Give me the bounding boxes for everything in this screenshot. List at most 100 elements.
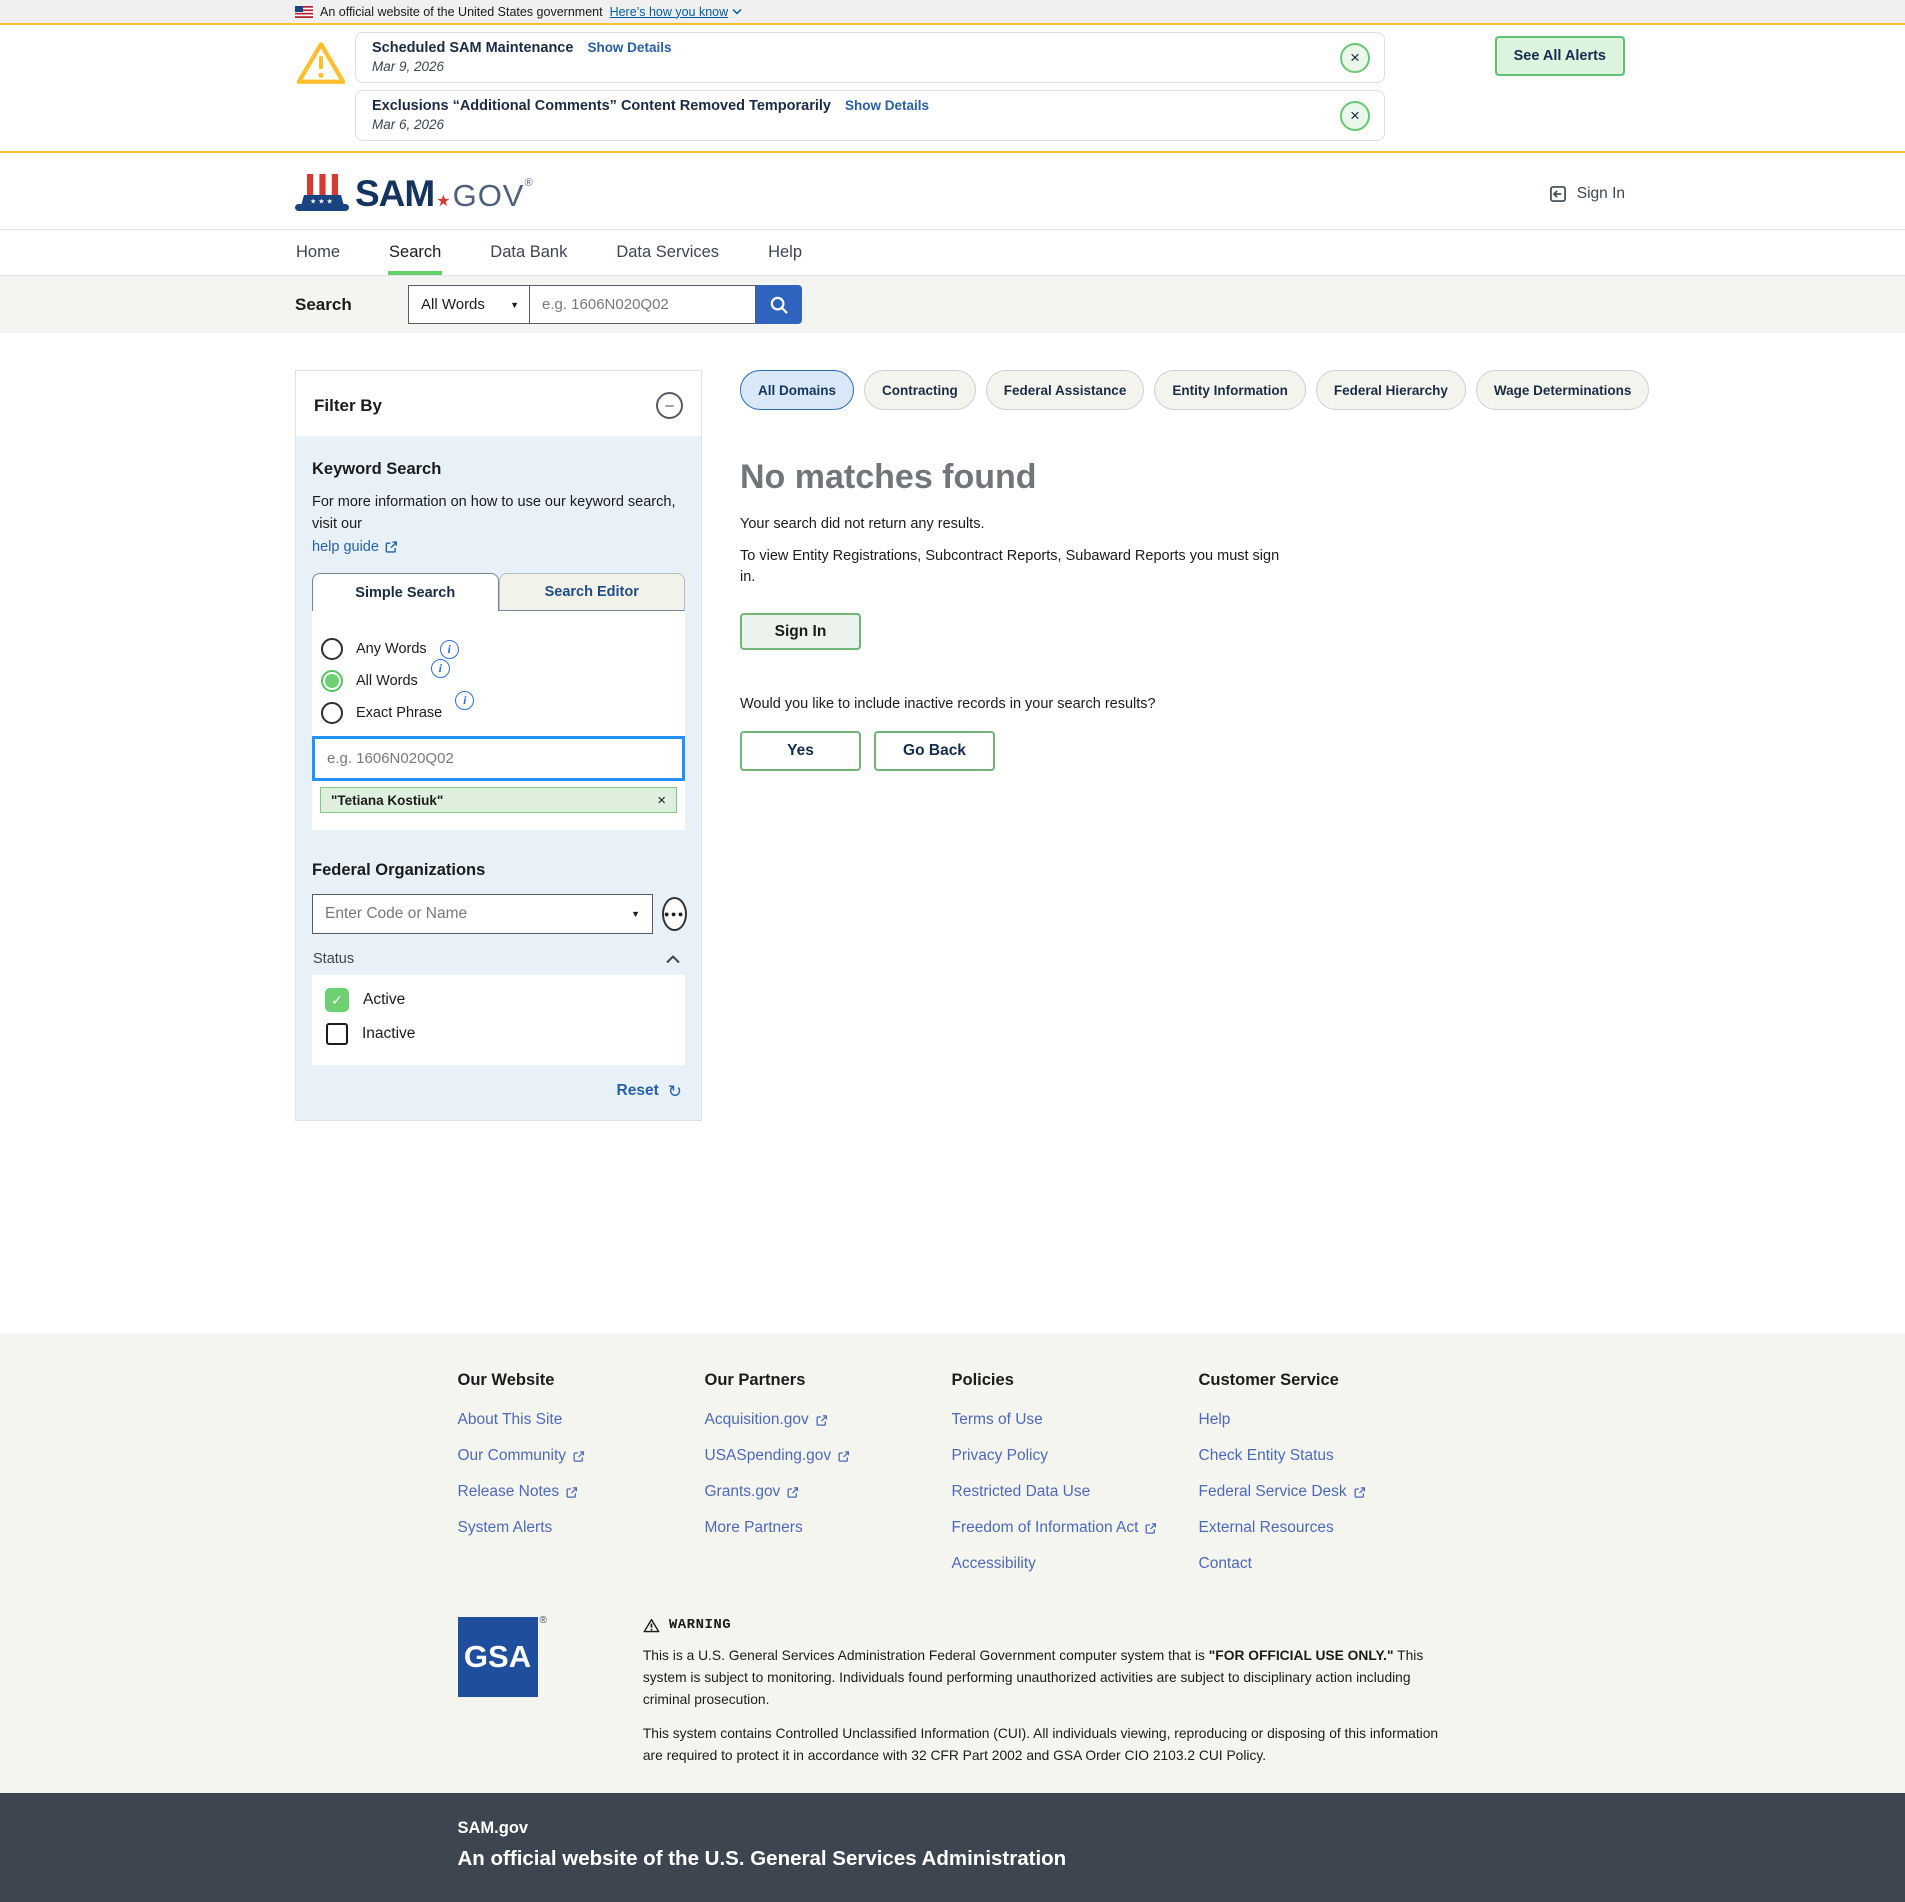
checkbox[interactable]: ✓ [325, 988, 349, 1012]
site-tagline: An official website of the U.S. General … [458, 1847, 1448, 1871]
search-input[interactable] [530, 285, 756, 324]
footer-column-our-partners: Our Partners Acquisition.gov USASpending… [705, 1371, 952, 1591]
federal-organizations-select[interactable]: Enter Code or Name ▼ [312, 894, 653, 934]
footer-link[interactable]: Contact [1199, 1555, 1446, 1573]
see-all-alerts-button[interactable]: See All Alerts [1495, 36, 1625, 76]
footer-link[interactable]: Federal Service Desk [1199, 1483, 1446, 1501]
minus-icon: – [665, 398, 673, 413]
registered-mark: ® [540, 1615, 547, 1697]
keyword-search-title: Keyword Search [312, 460, 685, 479]
radio-label: Exact Phrase [356, 705, 442, 721]
keyword-tab[interactable]: Simple Search [312, 573, 499, 611]
status-options: ✓ Active ✓ Inactive [312, 975, 685, 1065]
warning-paragraph-1: This is a U.S. General Services Administ… [643, 1645, 1448, 1711]
checkbox[interactable]: ✓ [326, 1023, 348, 1045]
alert-close-button[interactable]: × [1340, 101, 1370, 131]
radio-option[interactable]: Any Words i [312, 638, 685, 660]
results-area: All Domains Contracting Federal Assistan… [740, 370, 1649, 771]
external-link-icon [786, 1486, 799, 1499]
nav-item[interactable]: Help [767, 230, 803, 275]
nav-item[interactable]: Home [295, 230, 341, 275]
footer-link[interactable]: Check Entity Status [1199, 1447, 1446, 1465]
alert-show-details-link[interactable]: Show Details [587, 40, 671, 55]
yes-button[interactable]: Yes [740, 731, 861, 771]
search-mode-select[interactable]: All Words ▼ [408, 285, 530, 324]
refresh-icon[interactable]: ↻ [668, 1083, 682, 1100]
domain-tab[interactable]: All Domains [740, 370, 854, 410]
radio-button[interactable] [321, 670, 343, 692]
keyword-search-tabs: Simple Search Search Editor [312, 573, 685, 611]
keyword-input[interactable] [312, 736, 685, 781]
how-you-know-link[interactable]: Here’s how you know [610, 5, 743, 19]
keyword-chip: "Tetiana Kostiuk" × [320, 787, 677, 813]
keyword-tab[interactable]: Search Editor [499, 573, 686, 611]
status-option[interactable]: ✓ Active [325, 988, 672, 1012]
footer-link[interactable]: Restricted Data Use [952, 1483, 1199, 1501]
footer-link[interactable]: External Resources [1199, 1519, 1446, 1537]
footer-link[interactable]: USASpending.gov [705, 1447, 952, 1465]
info-icon[interactable]: i [431, 659, 450, 678]
domain-tab[interactable]: Entity Information [1154, 370, 1306, 410]
footer-link[interactable]: Privacy Policy [952, 1447, 1199, 1465]
search-icon [768, 294, 790, 316]
alert-show-details-link[interactable]: Show Details [845, 98, 929, 113]
sign-in-button[interactable]: Sign In [740, 613, 861, 650]
external-link-icon [815, 1414, 828, 1427]
ellipsis-icon: ●●● [664, 909, 685, 919]
footer-link[interactable]: System Alerts [458, 1519, 705, 1537]
logo-gov-text: GOV [453, 178, 525, 214]
alert-close-button[interactable]: × [1340, 43, 1370, 73]
footer-link[interactable]: More Partners [705, 1519, 952, 1537]
radio-option[interactable]: Exact Phrase i [312, 702, 685, 724]
footer-link[interactable]: About This Site [458, 1411, 705, 1429]
nav-item[interactable]: Search [388, 230, 442, 275]
domain-tab[interactable]: Contracting [864, 370, 976, 410]
help-guide-link[interactable]: help guide [312, 536, 398, 558]
footer-link[interactable]: Accessibility [952, 1555, 1199, 1573]
more-options-button[interactable]: ●●● [662, 897, 687, 931]
footer-link[interactable]: Terms of Use [952, 1411, 1199, 1429]
warning-triangle-icon [643, 1618, 660, 1633]
collapse-filters-button[interactable]: – [656, 392, 683, 419]
domain-tabs: All Domains Contracting Federal Assistan… [740, 370, 1649, 410]
external-link-icon [1353, 1486, 1366, 1499]
footer-heading: Policies [952, 1371, 1199, 1390]
radio-button[interactable] [321, 702, 343, 724]
nav-item[interactable]: Data Services [615, 230, 720, 275]
status-label: Status [313, 951, 354, 967]
footer-link[interactable]: Help [1199, 1411, 1446, 1429]
caret-down-icon: ▼ [510, 300, 519, 310]
close-icon: × [1350, 107, 1360, 124]
warning-triangle-icon [295, 40, 347, 86]
alert-banner: Scheduled SAM Maintenance Show Details M… [355, 32, 1385, 83]
sign-in-link[interactable]: Sign In [1548, 184, 1625, 204]
domain-tab[interactable]: Wage Determinations [1476, 370, 1650, 410]
registered-mark: ® [524, 177, 532, 189]
chevron-down-icon [732, 8, 742, 15]
info-icon[interactable]: i [455, 691, 474, 710]
footer-link[interactable]: Grants.gov [705, 1483, 952, 1501]
reset-filters-link[interactable]: Reset [617, 1082, 659, 1100]
radio-option[interactable]: All Words i [312, 670, 685, 692]
footer-column-customer-service: Customer Service Help Check Entity Statu… [1199, 1371, 1446, 1591]
filter-panel: Filter By – Keyword Search For more info… [295, 370, 702, 1121]
alerts-section: Scheduled SAM Maintenance Show Details M… [0, 23, 1905, 153]
search-submit-button[interactable] [756, 285, 802, 324]
chip-remove-icon[interactable]: × [657, 792, 666, 809]
info-icon[interactable]: i [440, 640, 459, 659]
keyword-help-text: For more information on how to use our k… [312, 494, 675, 532]
footer-link[interactable]: Freedom of Information Act [952, 1519, 1199, 1537]
footer-link[interactable]: Our Community [458, 1447, 705, 1465]
domain-tab[interactable]: Federal Hierarchy [1316, 370, 1466, 410]
external-link-icon [572, 1450, 585, 1463]
footer-heading: Our Website [458, 1371, 705, 1390]
radio-button[interactable] [321, 638, 343, 660]
footer-link[interactable]: Acquisition.gov [705, 1411, 952, 1429]
chevron-up-icon[interactable] [666, 955, 680, 964]
go-back-button[interactable]: Go Back [874, 731, 995, 771]
status-option[interactable]: ✓ Inactive [325, 1023, 672, 1045]
footer-link[interactable]: Release Notes [458, 1483, 705, 1501]
sam-gov-logo[interactable]: ★ ★ ★ SAM ★ GOV ® [295, 173, 533, 215]
domain-tab[interactable]: Federal Assistance [986, 370, 1145, 410]
nav-item[interactable]: Data Bank [489, 230, 568, 275]
